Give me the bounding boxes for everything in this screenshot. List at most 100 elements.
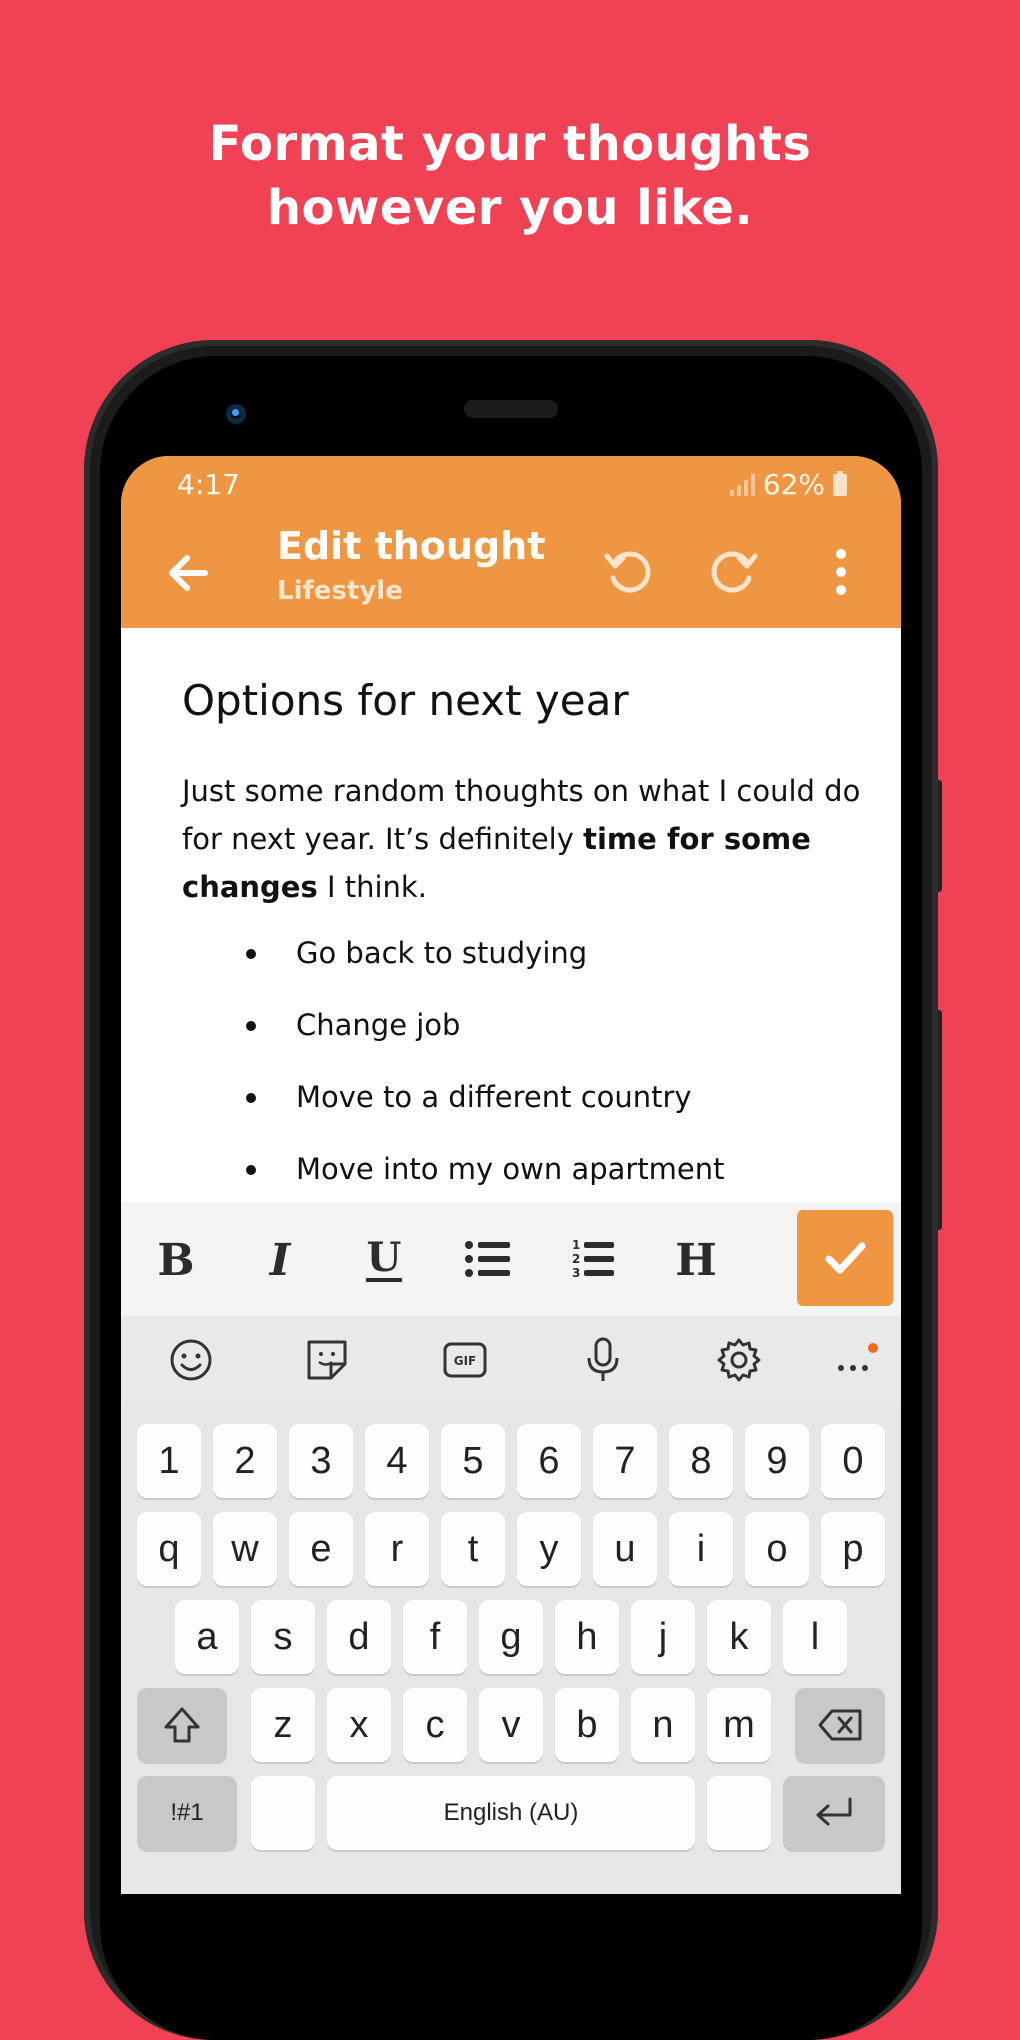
key-s[interactable]: s: [251, 1600, 315, 1674]
key-2[interactable]: 2: [213, 1424, 277, 1498]
heading-button[interactable]: H: [661, 1224, 731, 1294]
underline-icon: U: [366, 1234, 402, 1282]
key-k[interactable]: k: [707, 1600, 771, 1674]
key-v[interactable]: v: [479, 1688, 543, 1762]
key-b[interactable]: b: [555, 1688, 619, 1762]
note-title[interactable]: Options for next year: [182, 676, 861, 725]
svg-text:3: 3: [572, 1266, 580, 1280]
bullet-list-icon: [465, 1241, 510, 1277]
redo-icon: [711, 551, 758, 593]
sticker-button[interactable]: [301, 1334, 353, 1386]
list-item[interactable]: Move to a different country: [242, 1073, 861, 1145]
list-item[interactable]: Go back to studying: [242, 929, 861, 1001]
key-x[interactable]: x: [327, 1688, 391, 1762]
app-bar-subtitle: Lifestyle: [277, 576, 403, 606]
shift-icon: [164, 1707, 200, 1743]
key-3[interactable]: 3: [289, 1424, 353, 1498]
heading-icon: H: [675, 1235, 717, 1285]
numbered-list-button[interactable]: 1 2 3: [557, 1224, 627, 1294]
key-7[interactable]: 7: [593, 1424, 657, 1498]
sticker-icon: [307, 1340, 347, 1380]
bullet-list: Go back to studying Change job Move to a…: [182, 929, 861, 1217]
settings-icon: [717, 1338, 761, 1382]
key-e[interactable]: e: [289, 1512, 353, 1586]
key-4[interactable]: 4: [365, 1424, 429, 1498]
headline: Format your thoughts however you like.: [0, 112, 1020, 240]
signal-icon: [729, 473, 755, 496]
gif-button[interactable]: GIF: [439, 1334, 491, 1386]
comma-key[interactable]: [251, 1776, 315, 1850]
key-q[interactable]: q: [137, 1512, 201, 1586]
svg-text:H: H: [675, 1235, 717, 1285]
check-icon: [825, 1242, 866, 1274]
key-c[interactable]: c: [403, 1688, 467, 1762]
headline-line-2: however you like.: [266, 180, 754, 236]
enter-key[interactable]: [783, 1776, 885, 1850]
emoji-button[interactable]: [165, 1334, 217, 1386]
bold-button[interactable]: B: [141, 1224, 211, 1294]
list-item[interactable]: Change job: [242, 1001, 861, 1073]
key-a[interactable]: a: [175, 1600, 239, 1674]
gif-icon: GIF: [443, 1342, 487, 1378]
front-camera: [226, 404, 246, 424]
done-button[interactable]: [797, 1210, 893, 1306]
svg-text:I: I: [268, 1235, 292, 1285]
more-options-button[interactable]: [827, 544, 855, 600]
keyboard-suggestion-bar: GIF: [121, 1316, 901, 1406]
redo-button[interactable]: [705, 544, 761, 600]
note-editor[interactable]: Options for next year Just some random t…: [182, 676, 861, 1217]
voice-input-button[interactable]: [577, 1334, 629, 1386]
italic-icon: I: [268, 1235, 292, 1285]
key-t[interactable]: t: [441, 1512, 505, 1586]
note-body[interactable]: Just some random thoughts on what I coul…: [182, 767, 861, 911]
key-w[interactable]: w: [213, 1512, 277, 1586]
keyboard: 1 2 3 4 5 6 7 8 9 0 q w e r t y u i o p …: [121, 1406, 901, 1894]
key-z[interactable]: z: [251, 1688, 315, 1762]
bullet-list-button[interactable]: [453, 1224, 523, 1294]
italic-button[interactable]: I: [245, 1224, 315, 1294]
underline-button[interactable]: U: [349, 1224, 419, 1294]
key-f[interactable]: f: [403, 1600, 467, 1674]
key-m[interactable]: m: [707, 1688, 771, 1762]
key-8[interactable]: 8: [669, 1424, 733, 1498]
phone-screen: 4:17 62% Edit thought Lifestyle Options …: [121, 456, 901, 1894]
key-d[interactable]: d: [327, 1600, 391, 1674]
shift-key[interactable]: [137, 1688, 227, 1762]
more-vertical-icon: [836, 549, 846, 595]
undo-button[interactable]: [601, 544, 657, 600]
microphone-icon: [587, 1337, 619, 1381]
key-i[interactable]: i: [669, 1512, 733, 1586]
key-l[interactable]: l: [783, 1600, 847, 1674]
keyboard-settings-button[interactable]: [713, 1334, 765, 1386]
key-5[interactable]: 5: [441, 1424, 505, 1498]
undo-icon: [604, 551, 651, 593]
key-0[interactable]: 0: [821, 1424, 885, 1498]
arrow-left-icon: [169, 555, 208, 591]
key-1[interactable]: 1: [137, 1424, 201, 1498]
symbols-key[interactable]: !#1: [137, 1776, 237, 1850]
earpiece-speaker: [464, 400, 558, 418]
more-button[interactable]: [829, 1334, 881, 1386]
key-h[interactable]: h: [555, 1600, 619, 1674]
key-o[interactable]: o: [745, 1512, 809, 1586]
status-indicators: 62%: [729, 468, 847, 501]
key-y[interactable]: y: [517, 1512, 581, 1586]
period-key[interactable]: [707, 1776, 771, 1850]
key-r[interactable]: r: [365, 1512, 429, 1586]
key-9[interactable]: 9: [745, 1424, 809, 1498]
key-n[interactable]: n: [631, 1688, 695, 1762]
note-body-text-2: I think.: [317, 870, 427, 904]
space-key[interactable]: English (AU): [327, 1776, 695, 1850]
backspace-key[interactable]: [795, 1688, 885, 1762]
key-j[interactable]: j: [631, 1600, 695, 1674]
key-6[interactable]: 6: [517, 1424, 581, 1498]
key-p[interactable]: p: [821, 1512, 885, 1586]
svg-text:U: U: [367, 1234, 402, 1281]
key-u[interactable]: u: [593, 1512, 657, 1586]
back-button[interactable]: [159, 544, 217, 602]
key-g[interactable]: g: [479, 1600, 543, 1674]
enter-icon: [816, 1797, 852, 1826]
svg-text:2: 2: [572, 1252, 580, 1266]
app-bar-title: Edit thought: [277, 524, 546, 568]
battery-icon: [833, 470, 847, 496]
